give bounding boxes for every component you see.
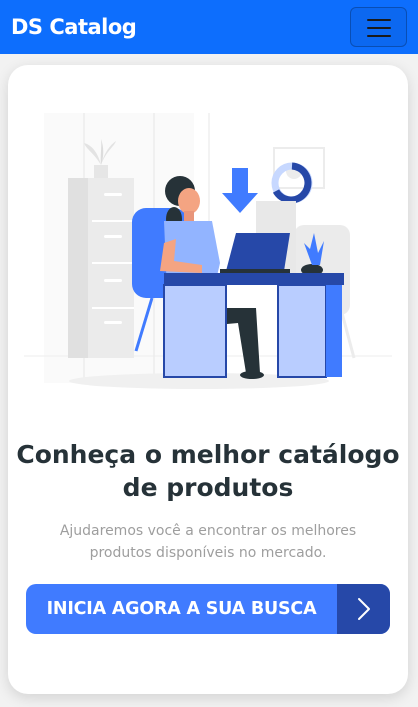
brand-logo[interactable]: DS Catalog — [11, 13, 137, 41]
cta-arrow-area — [337, 584, 390, 634]
chevron-right-icon — [357, 598, 370, 620]
start-search-button[interactable]: INICIA AGORA A SUA BUSCA — [26, 584, 390, 634]
menu-toggle-button[interactable] — [350, 7, 407, 47]
hero-card: Conheça o melhor catálogo de produtos Aj… — [8, 65, 408, 694]
hero-subtitle: Ajudaremos você a encontrar os melhores … — [59, 523, 357, 561]
start-search-label: INICIA AGORA A SUA BUSCA — [46, 599, 317, 619]
hero-title: Conheça o melhor catálogo de produtos — [16, 440, 400, 502]
navbar: DS Catalog — [0, 0, 418, 54]
person-working-at-desk-illustration — [24, 113, 392, 389]
